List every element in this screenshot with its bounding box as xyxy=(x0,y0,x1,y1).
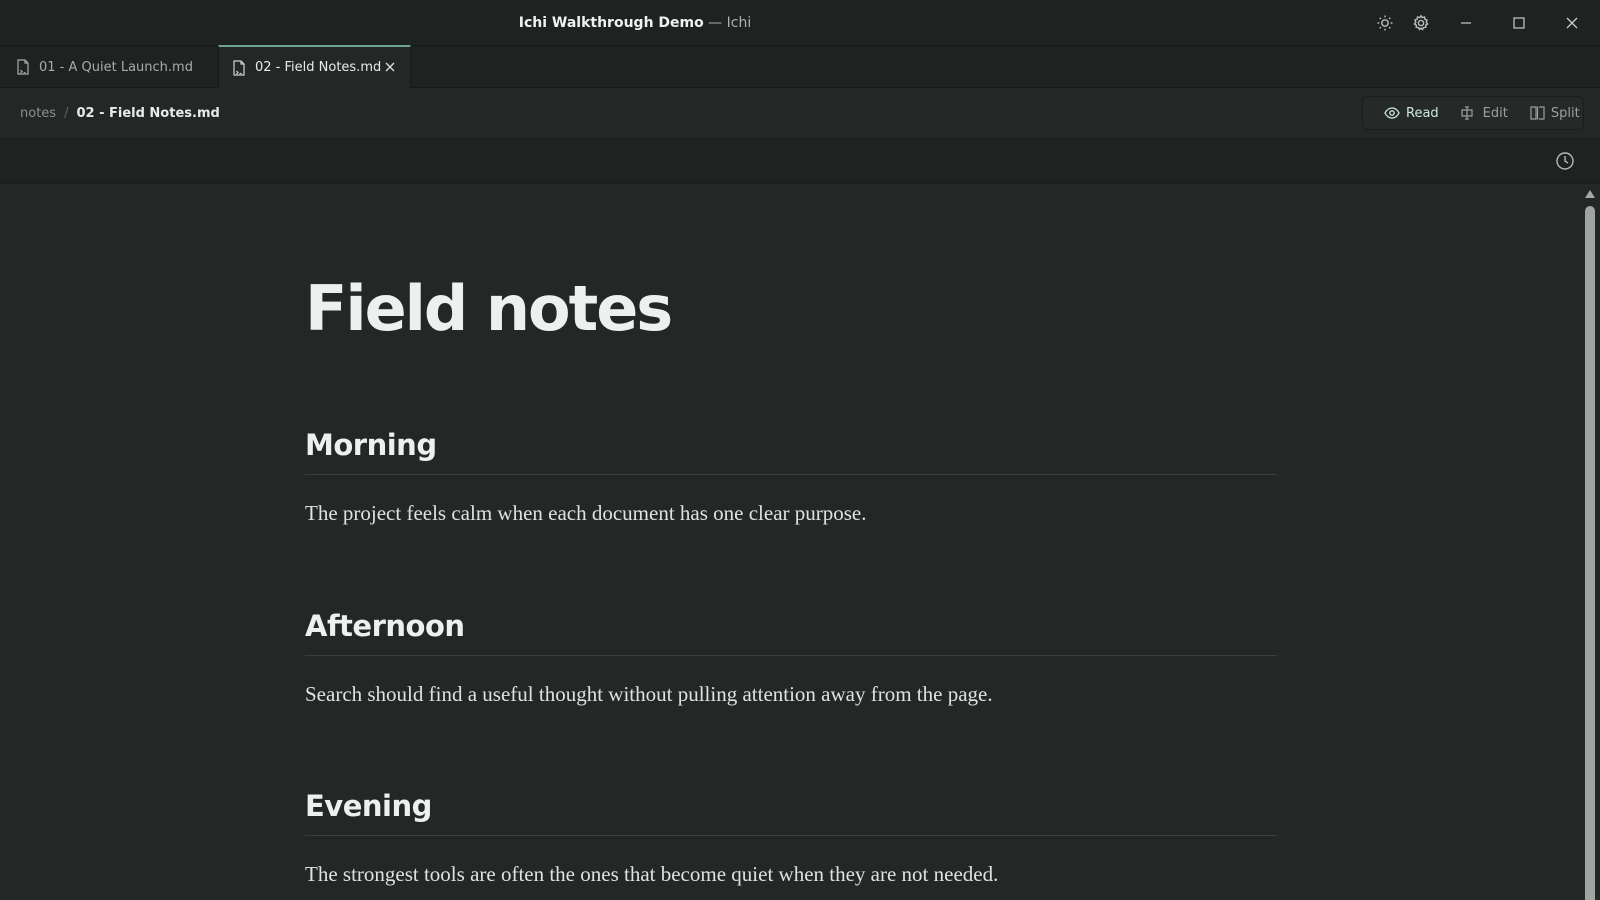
section-paragraph: Search should find a useful thought with… xyxy=(305,682,993,706)
window-title: Ichi Walkthrough Demo — Ichi xyxy=(0,0,1270,46)
title-bar: Ichi Walkthrough Demo — Ichi xyxy=(0,0,1600,46)
close-window-button[interactable] xyxy=(1560,11,1584,35)
read-mode-label: Read xyxy=(1406,105,1439,121)
clock-icon xyxy=(1556,152,1574,170)
scroll-up-arrow[interactable] xyxy=(1585,190,1595,198)
section-heading: Afternoon xyxy=(305,604,1277,656)
close-icon xyxy=(385,62,395,72)
section-afternoon: Afternoon Search should find a useful th… xyxy=(305,604,1277,707)
tab-label: 01 - A Quiet Launch.md xyxy=(39,59,193,75)
gear-icon xyxy=(1413,14,1429,31)
tab-01-a-quiet-launch[interactable]: 01 - A Quiet Launch.md xyxy=(0,46,218,88)
close-icon xyxy=(1566,17,1578,29)
section-morning: Morning The project feels calm when each… xyxy=(305,423,1277,526)
edit-mode-button[interactable]: Edit xyxy=(1454,100,1515,126)
document-view[interactable]: Field notes Morning The project feels ca… xyxy=(0,184,1580,900)
edit-mode-label: Edit xyxy=(1482,105,1508,121)
breadcrumb: notes / 02 - Field Notes.md xyxy=(20,88,220,139)
split-mode-button[interactable]: Split xyxy=(1523,100,1587,126)
maximize-button[interactable] xyxy=(1507,11,1531,35)
split-view-icon xyxy=(1530,106,1545,120)
eye-icon xyxy=(1384,107,1400,119)
history-button[interactable] xyxy=(1554,150,1576,172)
edit-cursor-icon xyxy=(1461,106,1473,120)
section-paragraph: The strongest tools are often the ones t… xyxy=(305,862,999,886)
vertical-scrollbar[interactable] xyxy=(1580,184,1600,900)
section-evening: Evening The strongest tools are often th… xyxy=(305,784,1277,887)
settings-button[interactable] xyxy=(1409,11,1433,35)
theme-toggle-button[interactable] xyxy=(1373,11,1397,35)
window-app-name: Ichi xyxy=(726,15,752,31)
tab-02-field-notes[interactable]: 02 - Field Notes.md xyxy=(218,45,411,88)
markdown-file-icon xyxy=(16,59,30,75)
secondary-toolbar xyxy=(0,139,1600,184)
view-mode-switcher: Read Edit Split xyxy=(1362,96,1584,130)
section-paragraph: The project feels calm when each documen… xyxy=(305,501,867,525)
app-window: Ichi Walkthrough Demo — Ichi 01 - A Quie… xyxy=(0,0,1600,900)
split-mode-label: Split xyxy=(1550,105,1580,121)
scroll-thumb[interactable] xyxy=(1585,206,1595,900)
window-document-title: Ichi Walkthrough Demo xyxy=(518,15,704,31)
window-separator: — xyxy=(703,15,727,31)
sun-icon xyxy=(1377,15,1393,31)
tab-close-button[interactable] xyxy=(382,59,398,75)
section-heading: Morning xyxy=(305,423,1277,475)
minimize-button[interactable] xyxy=(1454,11,1478,35)
minimize-icon xyxy=(1461,22,1471,24)
breadcrumb-file: 02 - Field Notes.md xyxy=(76,106,220,121)
read-mode-button[interactable]: Read xyxy=(1377,100,1446,126)
document-toolbar: notes / 02 - Field Notes.md Read Edit Sp… xyxy=(0,88,1600,139)
breadcrumb-folder[interactable]: notes xyxy=(20,106,56,121)
tab-label: 02 - Field Notes.md xyxy=(255,60,382,75)
markdown-file-icon xyxy=(232,59,246,76)
tab-bar: 01 - A Quiet Launch.md 02 - Field Notes.… xyxy=(0,45,1600,88)
section-heading: Evening xyxy=(305,784,1277,836)
breadcrumb-separator: / xyxy=(64,106,69,121)
maximize-icon xyxy=(1513,17,1525,29)
document-title: Field notes xyxy=(305,272,673,345)
